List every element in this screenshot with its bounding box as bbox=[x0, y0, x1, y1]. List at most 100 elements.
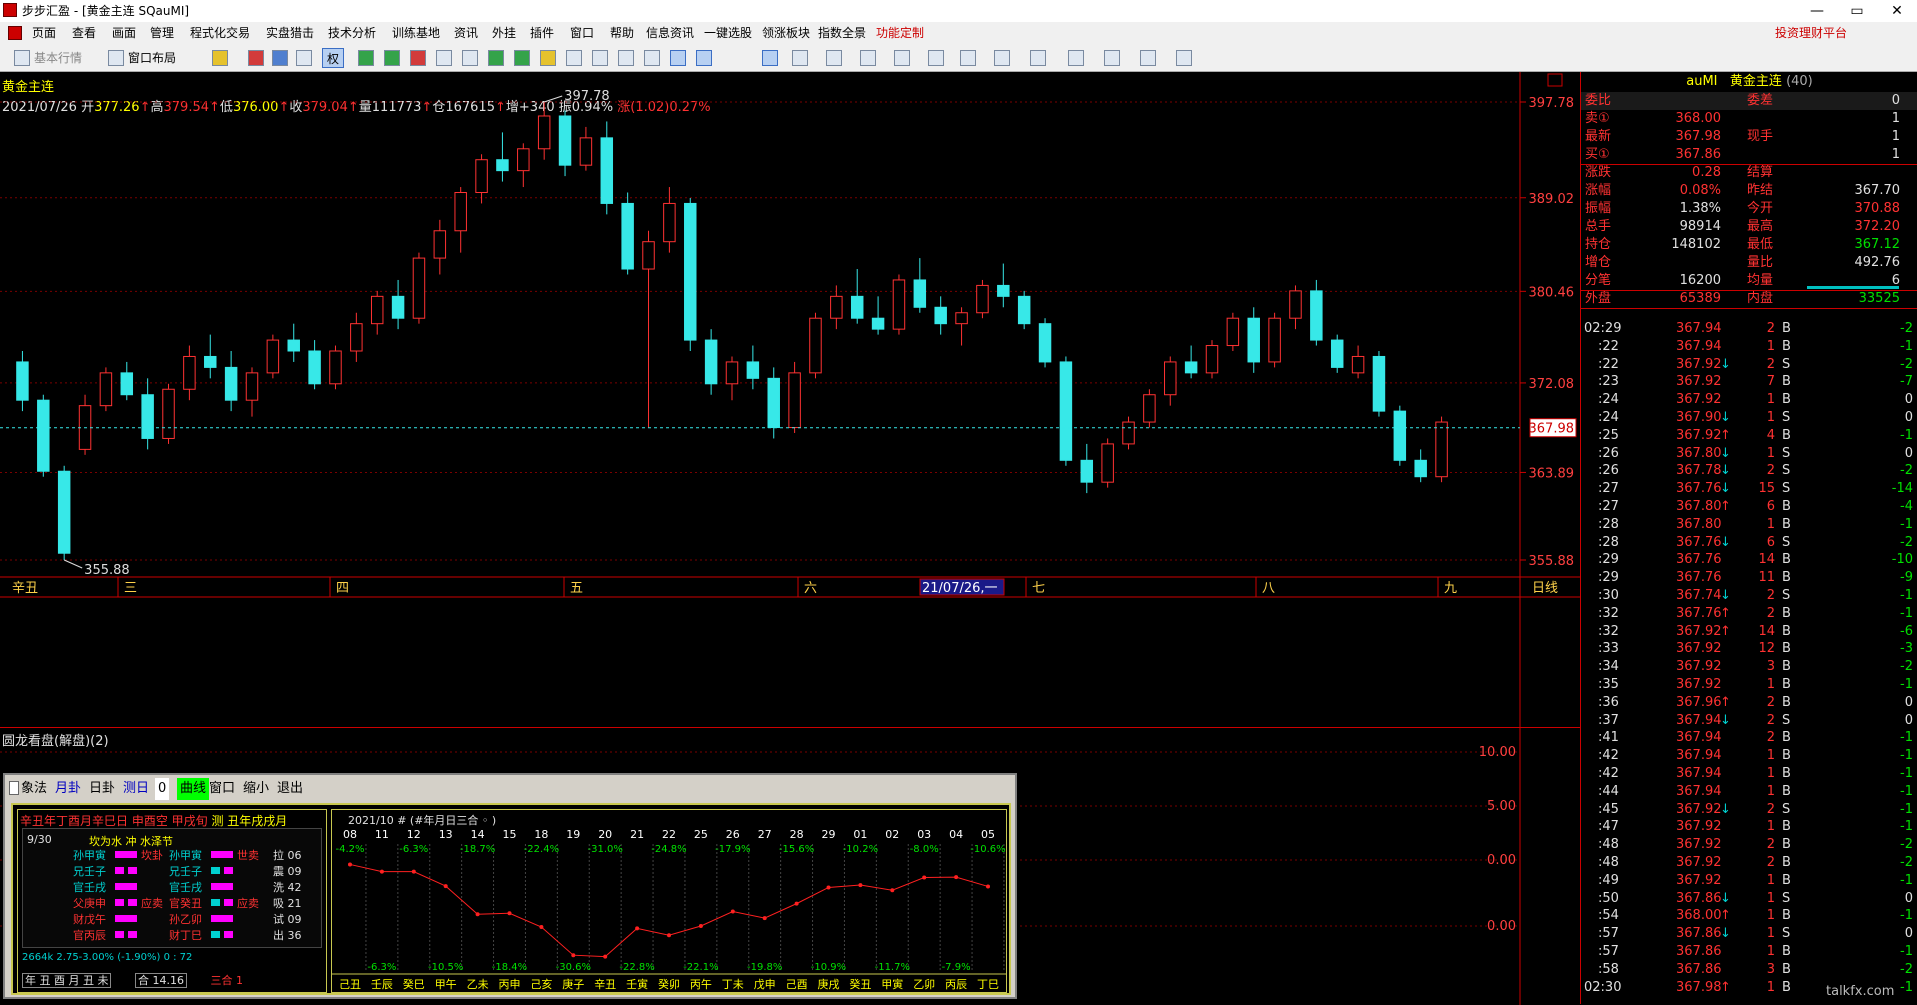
dialog-btn-curve[interactable]: 曲线 bbox=[177, 778, 210, 800]
menu-item-index-overview[interactable]: 指数全景 bbox=[818, 22, 866, 44]
dialog-day-input[interactable]: 0 bbox=[155, 778, 170, 800]
tick-row: :26 367.78 ↓ 2 S -2 bbox=[1580, 462, 1917, 480]
dialog-btn-xiangfa[interactable]: 象法 bbox=[21, 778, 47, 800]
kline-plot[interactable]: 397.78 389.02 380.46 372.08 363.89 355.88 397.… bbox=[0, 72, 1580, 727]
gua-point bbox=[890, 888, 895, 893]
dialog-btn-rigua[interactable]: 日卦 bbox=[89, 778, 115, 800]
close-button[interactable]: ✕ bbox=[1877, 0, 1917, 22]
tick-list[interactable]: 02:29 367.94 2 B -2:22 367.94 1 B -1:22 367.92 ↓ 2 S… bbox=[1580, 320, 1917, 1004]
menu-item-stock-picker[interactable]: 一键选股 bbox=[704, 22, 752, 44]
text-tool-icon[interactable] bbox=[1068, 50, 1084, 66]
multi-chart-icon[interactable] bbox=[696, 50, 712, 66]
gua-point bbox=[443, 884, 448, 889]
gua-pct-top: -15.6% bbox=[779, 844, 814, 855]
layout-icon[interactable] bbox=[108, 50, 124, 66]
formula-icon[interactable] bbox=[384, 50, 400, 66]
gua-left-label: 财戊午 bbox=[73, 913, 106, 926]
main-chart[interactable]: 黄金主连 2021/07/26 开377.26↑高379.54↑低376.00↑… bbox=[0, 72, 1580, 727]
indicator-icon[interactable] bbox=[358, 50, 374, 66]
dialog-btn-ceri[interactable]: 测日 bbox=[123, 778, 149, 800]
tick-volume: 1 bbox=[1766, 516, 1775, 532]
grid-icon[interactable] bbox=[592, 50, 608, 66]
list-icon[interactable] bbox=[410, 50, 426, 66]
tick-volume: 7 bbox=[1766, 374, 1775, 390]
gua-point bbox=[730, 909, 735, 914]
dialog-btn-yuegua[interactable]: 月卦 bbox=[55, 778, 81, 800]
gua-footer2-left: 年 丑 酉 月 丑 未 bbox=[22, 973, 112, 988]
line-chart-icon[interactable] bbox=[644, 50, 660, 66]
tick-price: 367.80 bbox=[1676, 516, 1722, 532]
parallel-icon[interactable] bbox=[960, 50, 976, 66]
tick-arrow: ↑ bbox=[1720, 427, 1731, 443]
menu-item-view[interactable]: 查看 bbox=[72, 22, 96, 44]
chart-type-icon[interactable] bbox=[248, 50, 264, 66]
menu-item-info[interactable]: 信息资讯 bbox=[646, 22, 694, 44]
menu-item-plugin[interactable]: 插件 bbox=[530, 22, 554, 44]
menu-item-custom[interactable]: 功能定制 bbox=[876, 22, 924, 44]
signal-icon[interactable] bbox=[514, 50, 530, 66]
menu-item-page[interactable]: 页面 bbox=[32, 22, 56, 44]
minimize-button[interactable]: — bbox=[1797, 0, 1837, 22]
table-icon[interactable] bbox=[462, 50, 478, 66]
tick-price: 367.86 bbox=[1676, 890, 1722, 906]
analysis-dialog[interactable]: 象法 月卦 日卦 测日 0 曲线 窗口 缩小 退出 辛丑年丁酉月辛巳日 申酉空 … bbox=[3, 773, 1017, 999]
window-layout-button[interactable]: 窗口布局 bbox=[128, 48, 176, 68]
save-icon[interactable] bbox=[1176, 50, 1192, 66]
tick-volume: 11 bbox=[1758, 570, 1775, 586]
dialog-btn-exit[interactable]: 退出 bbox=[277, 778, 303, 800]
quote-header: auMI 黄金主连 (40) bbox=[1581, 72, 1917, 92]
menu-item-plugin-ext[interactable]: 外挂 bbox=[492, 22, 516, 44]
tick-row: :23 367.92 7 B -7 bbox=[1580, 373, 1917, 391]
open-folder-icon[interactable] bbox=[212, 50, 228, 66]
bars-icon[interactable] bbox=[860, 50, 876, 66]
tick-oi-change: -1 bbox=[1900, 748, 1913, 764]
alert-icon[interactable] bbox=[540, 50, 556, 66]
zoom-icon[interactable] bbox=[296, 50, 312, 66]
fib-icon[interactable] bbox=[894, 50, 910, 66]
menu-item-help[interactable]: 帮助 bbox=[610, 22, 634, 44]
channel-icon[interactable] bbox=[826, 50, 842, 66]
select-rect-icon[interactable] bbox=[762, 50, 778, 66]
trade-icon[interactable] bbox=[488, 50, 504, 66]
candle-down bbox=[120, 372, 134, 396]
clone-icon[interactable] bbox=[1104, 50, 1120, 66]
basic-quotes-button[interactable]: 基本行情 bbox=[34, 48, 82, 68]
draw-line-icon[interactable] bbox=[792, 50, 808, 66]
draw-ellipse-icon[interactable] bbox=[1030, 50, 1046, 66]
crosshair-icon[interactable] bbox=[272, 50, 288, 66]
quote-key: 总手 bbox=[1585, 219, 1612, 234]
app-menu-icon[interactable] bbox=[8, 26, 22, 40]
menu-item-program-trading[interactable]: 程式化交易 bbox=[190, 22, 250, 44]
fan-icon[interactable] bbox=[928, 50, 944, 66]
tick-oi-change: -2 bbox=[1900, 659, 1913, 675]
menu-item-live-hunting[interactable]: 实盘猎击 bbox=[266, 22, 314, 44]
tick-row: :28 367.76 ↓ 6 S -2 bbox=[1580, 534, 1917, 552]
tick-volume: 1 bbox=[1766, 944, 1775, 959]
spreadsheet-icon[interactable] bbox=[618, 50, 634, 66]
menu-item-window[interactable]: 窗口 bbox=[570, 22, 594, 44]
menu-item-screen[interactable]: 画面 bbox=[112, 22, 136, 44]
candle-down bbox=[704, 339, 718, 385]
menu-item-training[interactable]: 训练基地 bbox=[392, 22, 440, 44]
platform-link[interactable]: 投资理财平台 bbox=[1775, 22, 1847, 44]
maximize-button[interactable]: ▭ bbox=[1837, 0, 1877, 22]
copy-icon[interactable] bbox=[436, 50, 452, 66]
kline-icon[interactable] bbox=[670, 50, 686, 66]
gua-day-label: 18 bbox=[534, 828, 548, 841]
menu-item-news[interactable]: 资讯 bbox=[454, 22, 478, 44]
dialog-btn-window[interactable]: 窗口 bbox=[209, 778, 235, 800]
tick-oi-change: 0 bbox=[1904, 890, 1913, 906]
settings-icon[interactable] bbox=[566, 50, 582, 66]
quotes-icon[interactable] bbox=[14, 50, 30, 66]
weight-button[interactable]: 权 bbox=[322, 48, 345, 68]
dialog-btn-shrink[interactable]: 缩小 bbox=[243, 778, 269, 800]
y-tick-label: 389.02 bbox=[1529, 192, 1575, 207]
candle-down bbox=[1393, 410, 1407, 461]
gua-pct-top: -4.2% bbox=[335, 844, 364, 855]
draw-rect-icon[interactable] bbox=[994, 50, 1010, 66]
color-icon[interactable] bbox=[1140, 50, 1156, 66]
gua-pct-top: -17.9% bbox=[715, 844, 750, 855]
menu-item-top-sectors[interactable]: 领涨板块 bbox=[762, 22, 810, 44]
menu-item-manage[interactable]: 管理 bbox=[150, 22, 174, 44]
menu-item-tech-analysis[interactable]: 技术分析 bbox=[328, 22, 376, 44]
